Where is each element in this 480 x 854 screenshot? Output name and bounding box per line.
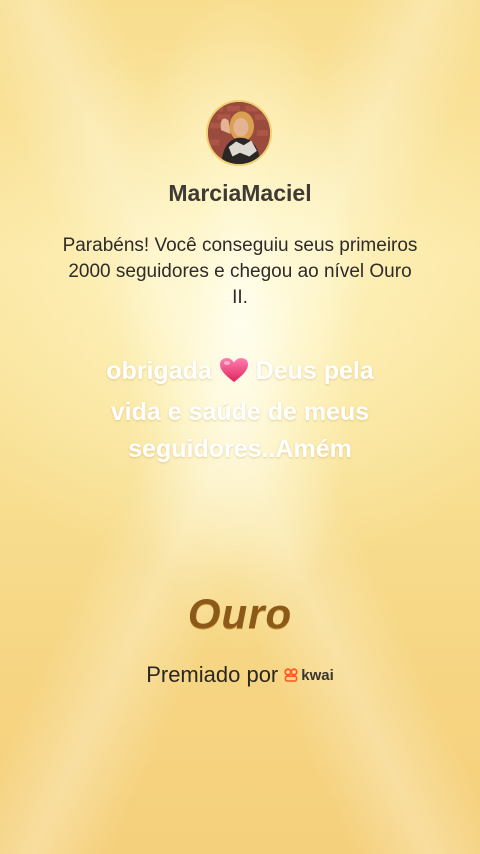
- avatar-photo: [208, 102, 270, 164]
- caption-text-start: obrigada: [106, 357, 219, 385]
- kwai-brand[interactable]: kwai: [284, 667, 334, 684]
- user-name[interactable]: MarciaMaciel: [0, 180, 480, 207]
- award-prefix: Premiado por: [146, 662, 279, 687]
- level-title: Ouro: [187, 590, 293, 637]
- user-caption: obrigada Deus pela vida e saúde de meus …: [90, 353, 390, 468]
- pink-heart-icon: [219, 357, 249, 394]
- award-line: Premiado por kwai: [0, 662, 480, 688]
- kwai-wordmark: kwai: [301, 666, 334, 684]
- achievement-message: Parabéns! Você conseguiu seus primeiros …: [62, 235, 418, 308]
- avatar[interactable]: [206, 100, 272, 166]
- kwai-logo-icon: [284, 668, 298, 682]
